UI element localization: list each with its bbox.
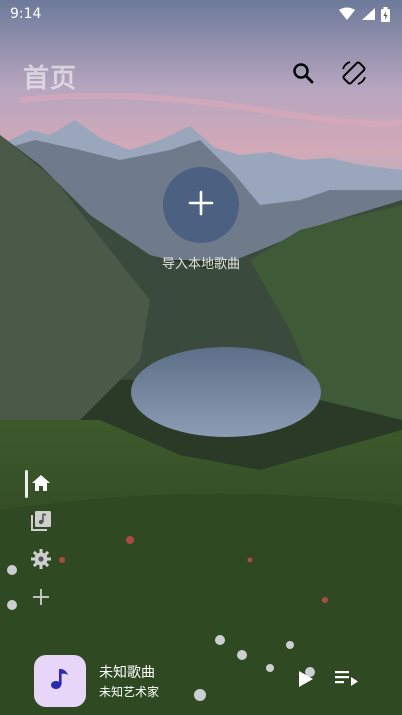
settings-gear-icon [30,548,52,574]
status-icons [339,6,390,22]
song-title: 未知歌曲 [99,665,155,681]
selected-indicator [25,470,28,498]
screen-rotation-button[interactable] [339,60,369,90]
import-local-songs-button[interactable] [163,167,239,243]
status-time: 9:14 [10,6,42,22]
plus-icon [188,190,214,220]
music-note-icon [49,667,71,695]
nav-item-library[interactable] [24,506,58,540]
search-button[interactable] [288,60,318,90]
nav-item-home[interactable] [24,468,58,502]
home-icon [31,473,51,497]
import-local-songs-label: 导入本地歌曲 [161,257,240,272]
play-button[interactable] [295,670,317,692]
screen-rotation-icon [340,59,368,91]
nav-item-add[interactable] [24,582,58,616]
library-icon [30,510,52,536]
playlist-queue-icon [335,670,359,692]
album-art[interactable] [34,655,86,707]
battery-icon [381,6,390,22]
status-bar: 9:14 [0,0,402,28]
search-icon [292,62,314,88]
background-wallpaper [0,0,402,715]
playlist-queue-button[interactable] [334,669,360,693]
page-title: 首页 [23,64,78,94]
side-navigation [24,468,58,620]
song-artist: 未知艺术家 [99,685,160,699]
nav-item-settings[interactable] [24,544,58,578]
wifi-icon [339,7,355,21]
play-icon [298,670,314,692]
add-icon [32,588,50,610]
mini-player[interactable]: 未知歌曲 未知艺术家 [0,648,402,715]
signal-icon [361,7,375,21]
